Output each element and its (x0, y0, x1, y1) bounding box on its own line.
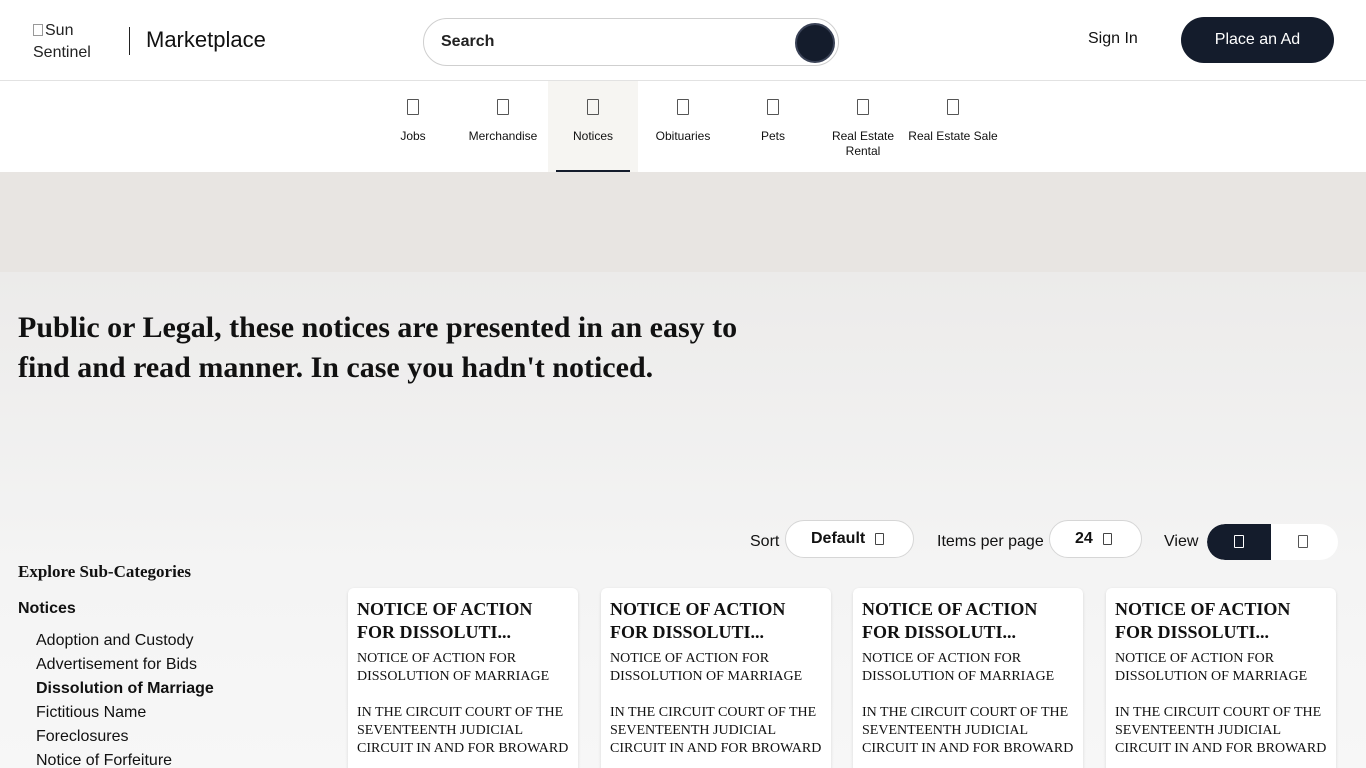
header-divider (129, 27, 130, 55)
category-label: Obituaries (655, 129, 711, 143)
search-input[interactable] (441, 31, 791, 53)
subcategory-fictitious-name[interactable]: Fictitious Name (36, 701, 214, 725)
notices-icon (587, 99, 599, 115)
notice-heading: NOTICE OF ACTION FOR DISSOLUTION OF MARR… (610, 651, 803, 684)
items-per-page-select[interactable]: 24 (1049, 520, 1142, 558)
items-per-page-value: 24 (1075, 530, 1093, 547)
notice-title: NOTICE OF ACTION FOR DISSOLUTI... (610, 599, 786, 642)
category-label: Notices (572, 129, 613, 143)
broken-image-icon (33, 24, 43, 36)
subcategory-list: Adoption and Custody Advertisement for B… (36, 629, 214, 768)
chevron-down-icon (875, 533, 884, 545)
place-an-ad-button[interactable]: Place an Ad (1181, 17, 1334, 63)
chevron-down-icon (1103, 533, 1112, 545)
grid-icon (1234, 535, 1244, 548)
category-label: Merchandise (468, 129, 538, 143)
category-obituaries[interactable]: Obituaries (638, 81, 728, 172)
sidebar-title: Explore Sub-Categories (18, 562, 191, 581)
view-label: View (1164, 533, 1199, 550)
category-label: Pets (760, 129, 785, 143)
pets-icon (767, 99, 779, 115)
category-label: Jobs (400, 129, 426, 143)
notice-card[interactable]: NOTICE OF ACTION FOR DISSOLUTI... NOTICE… (853, 588, 1083, 768)
jobs-icon (407, 99, 419, 115)
real-estate-sale-icon (947, 99, 959, 115)
marketplace-title[interactable]: Marketplace (146, 27, 266, 53)
notice-heading: NOTICE OF ACTION FOR DISSOLUTION OF MARR… (1115, 651, 1308, 684)
category-merchandise[interactable]: Merchandise (458, 81, 548, 172)
subcategory-foreclosures[interactable]: Foreclosures (36, 725, 214, 749)
hero-tagline: Public or Legal, these notices are prese… (18, 311, 738, 384)
notice-body: IN THE CIRCUIT COURT OF THE SEVENTEENTH … (1115, 705, 1327, 756)
site-header: Sun Sentinel Marketplace Sign In Place a… (0, 0, 1366, 81)
category-pets[interactable]: Pets (728, 81, 818, 172)
category-real-estate-rental[interactable]: Real Estate Rental (818, 81, 908, 172)
subcategory-notice-of-forfeiture[interactable]: Notice of Forfeiture (36, 749, 214, 768)
subcategory-adoption-and-custody[interactable]: Adoption and Custody (36, 629, 214, 653)
category-real-estate-sale[interactable]: Real Estate Sale (908, 81, 998, 172)
notice-title: NOTICE OF ACTION FOR DISSOLUTI... (862, 599, 1038, 642)
obituaries-icon (677, 99, 689, 115)
merchandise-icon (497, 99, 509, 115)
search-box (423, 18, 839, 66)
sort-select[interactable]: Default (785, 520, 914, 558)
notice-body: IN THE CIRCUIT COURT OF THE SEVENTEENTH … (357, 705, 569, 756)
view-toggle (1207, 524, 1338, 560)
sidebar-section-notices[interactable]: Notices (18, 600, 76, 618)
notice-card[interactable]: NOTICE OF ACTION FOR DISSOLUTI... NOTICE… (348, 588, 578, 768)
notice-body: IN THE CIRCUIT COURT OF THE SEVENTEENTH … (862, 705, 1074, 756)
notice-title: NOTICE OF ACTION FOR DISSOLUTI... (357, 599, 533, 642)
items-per-page-label: Items per page (937, 533, 1044, 550)
list-icon (1298, 535, 1308, 548)
category-label: Real Estate Rental (831, 129, 895, 158)
category-notices[interactable]: Notices (548, 81, 638, 172)
real-estate-rental-icon (857, 99, 869, 115)
sun-sentinel-logo[interactable]: Sun Sentinel (33, 20, 97, 60)
category-nav: Jobs Merchandise Notices Obituaries Pets… (0, 81, 1366, 172)
subcategory-advertisement-for-bids[interactable]: Advertisement for Bids (36, 653, 214, 677)
notice-card[interactable]: NOTICE OF ACTION FOR DISSOLUTI... NOTICE… (1106, 588, 1336, 768)
notice-card[interactable]: NOTICE OF ACTION FOR DISSOLUTI... NOTICE… (601, 588, 831, 768)
category-jobs[interactable]: Jobs (368, 81, 458, 172)
sort-value: Default (811, 530, 866, 547)
sign-in-link[interactable]: Sign In (1088, 30, 1138, 48)
subcategory-dissolution-of-marriage[interactable]: Dissolution of Marriage (36, 677, 214, 701)
search-button[interactable] (795, 23, 835, 63)
notice-body: IN THE CIRCUIT COURT OF THE SEVENTEENTH … (610, 705, 822, 756)
notice-title: NOTICE OF ACTION FOR DISSOLUTI... (1115, 599, 1291, 642)
category-label: Real Estate Sale (908, 129, 998, 143)
grid-view-button[interactable] (1207, 524, 1271, 560)
ad-banner (0, 172, 1366, 272)
notice-heading: NOTICE OF ACTION FOR DISSOLUTION OF MARR… (862, 651, 1055, 684)
sort-label: Sort (750, 533, 780, 550)
notice-heading: NOTICE OF ACTION FOR DISSOLUTION OF MARR… (357, 651, 550, 684)
list-view-button[interactable] (1271, 524, 1335, 560)
